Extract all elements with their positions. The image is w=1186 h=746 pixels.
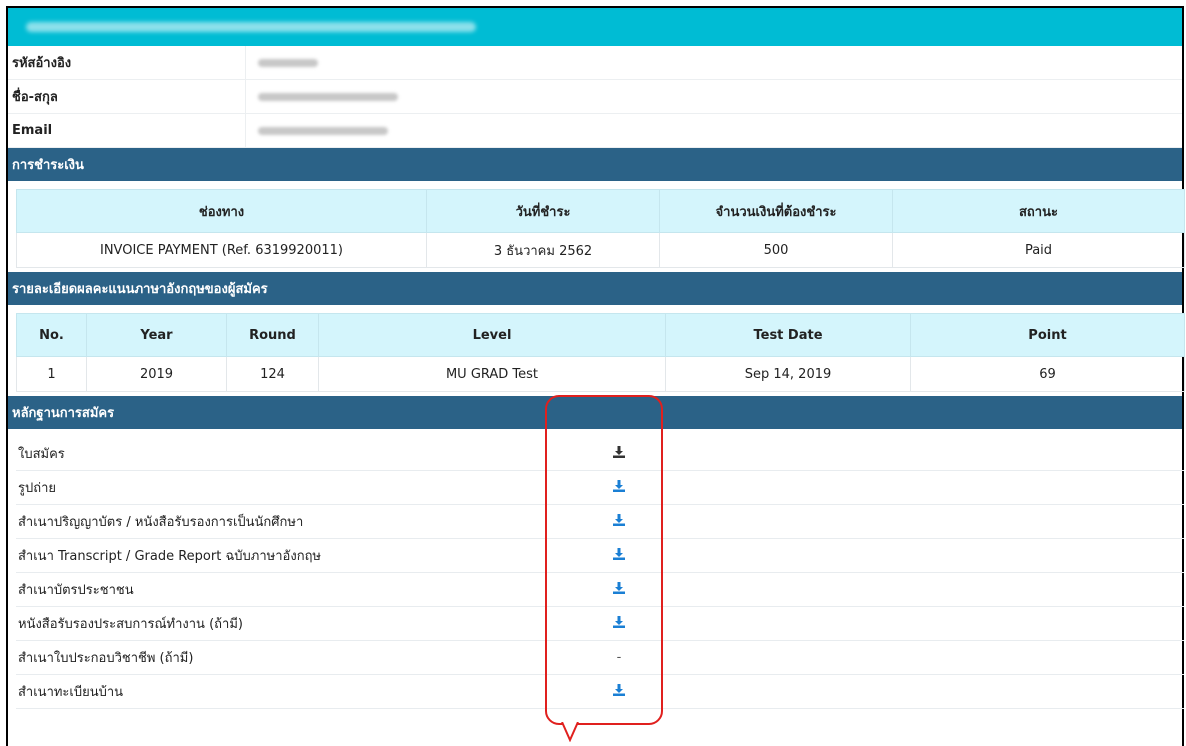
score-point: 69 — [910, 356, 1185, 392]
scores-header-year: Year — [86, 313, 227, 357]
redacted-reference — [258, 58, 318, 67]
application-title-bar — [8, 8, 1182, 46]
redacted-title — [26, 22, 476, 32]
document-label: ใบสมัคร — [18, 447, 65, 462]
payment-section-header: การชำระเงิน — [8, 148, 1182, 181]
download-button[interactable] — [604, 581, 634, 598]
score-level: MU GRAD Test — [318, 356, 666, 392]
payment-amount: 500 — [659, 232, 893, 268]
no-file-dash: - — [616, 650, 622, 665]
document-label: สำเนาบัตรประชาชน — [18, 583, 134, 598]
payment-header-amount: จำนวนเงินที่ต้องชำระ — [659, 189, 893, 233]
payment-channel: INVOICE PAYMENT (Ref. 6319920011) — [16, 232, 427, 268]
no-file-indicator: - — [604, 650, 634, 665]
document-label: รูปถ่าย — [18, 481, 57, 496]
score-test-date: Sep 14, 2019 — [665, 356, 911, 392]
list-item: สำเนาทะเบียนบ้าน — [16, 675, 1184, 709]
list-item: หนังสือรับรองประสบการณ์ทำงาน (ถ้ามี) — [16, 607, 1184, 641]
payment-date: 3 ธันวาคม 2562 — [426, 232, 660, 268]
email-row: Email — [8, 114, 1182, 148]
redacted-name — [258, 92, 398, 101]
download-icon — [613, 581, 625, 594]
list-item: สำเนาบัตรประชาชน — [16, 573, 1184, 607]
list-item: ใบสมัคร — [16, 437, 1184, 471]
score-no: 1 — [16, 356, 87, 392]
download-icon — [613, 615, 625, 628]
document-label: สำเนาปริญญาบัตร / หนังสือรับรองการเป็นนั… — [18, 515, 304, 530]
documents-list: ใบสมัครรูปถ่ายสำเนาปริญญาบัตร / หนังสือร… — [8, 429, 1184, 709]
download-button[interactable] — [604, 479, 634, 496]
score-round: 124 — [226, 356, 319, 392]
scores-header-point: Point — [910, 313, 1185, 357]
document-label: หนังสือรับรองประสบการณ์ทำงาน (ถ้ามี) — [18, 617, 243, 632]
table-row: 1 2019 124 MU GRAD Test Sep 14, 2019 69 — [16, 356, 1185, 392]
list-item: สำเนาใบประกอบวิชาชีพ (ถ้ามี) - — [16, 641, 1184, 675]
reference-label: รหัสอ้างอิง — [8, 46, 246, 79]
list-item: สำเนาปริญญาบัตร / หนังสือรับรองการเป็นนั… — [16, 505, 1184, 539]
documents-section-header: หลักฐานการสมัคร — [8, 396, 1182, 429]
application-panel: รหัสอ้างอิง ชื่อ-สกุล Email การชำระเงิน … — [6, 6, 1185, 746]
table-row: INVOICE PAYMENT (Ref. 6319920011) 3 ธันว… — [16, 232, 1185, 268]
download-icon — [613, 547, 625, 560]
download-button[interactable] — [604, 615, 634, 632]
redacted-email — [258, 126, 388, 135]
document-label: สำเนาทะเบียนบ้าน — [18, 685, 124, 700]
payment-status: Paid — [892, 232, 1185, 268]
scores-table: No. Year Round Level Test Date Point 1 2… — [16, 313, 1185, 392]
payment-header-status: สถานะ — [892, 189, 1185, 233]
document-label: สำเนาใบประกอบวิชาชีพ (ถ้ามี) — [18, 651, 194, 666]
scores-header-round: Round — [226, 313, 319, 357]
scores-section-header: รายละเอียดผลคะแนนภาษาอังกฤษของผู้สมัคร — [8, 272, 1182, 305]
document-label: สำเนา Transcript / Grade Report ฉบับภาษา… — [18, 549, 322, 564]
download-button[interactable] — [604, 547, 634, 564]
scores-header-level: Level — [318, 313, 666, 357]
reference-row: รหัสอ้างอิง — [8, 46, 1182, 80]
download-icon — [613, 479, 625, 492]
name-label: ชื่อ-สกุล — [8, 80, 246, 113]
download-button[interactable] — [604, 445, 634, 462]
email-label: Email — [8, 114, 246, 147]
scores-header-no: No. — [16, 313, 87, 357]
name-row: ชื่อ-สกุล — [8, 80, 1182, 114]
download-icon — [613, 513, 625, 526]
score-year: 2019 — [86, 356, 227, 392]
scores-header-test-date: Test Date — [665, 313, 911, 357]
payment-header-date: วันที่ชำระ — [426, 189, 660, 233]
download-icon — [613, 445, 625, 458]
download-button[interactable] — [604, 513, 634, 530]
payment-table: ช่องทาง วันที่ชำระ จำนวนเงินที่ต้องชำระ … — [16, 189, 1185, 268]
list-item: รูปถ่าย — [16, 471, 1184, 505]
download-icon — [613, 683, 625, 696]
list-item: สำเนา Transcript / Grade Report ฉบับภาษา… — [16, 539, 1184, 573]
download-button[interactable] — [604, 683, 634, 700]
payment-header-channel: ช่องทาง — [16, 189, 427, 233]
